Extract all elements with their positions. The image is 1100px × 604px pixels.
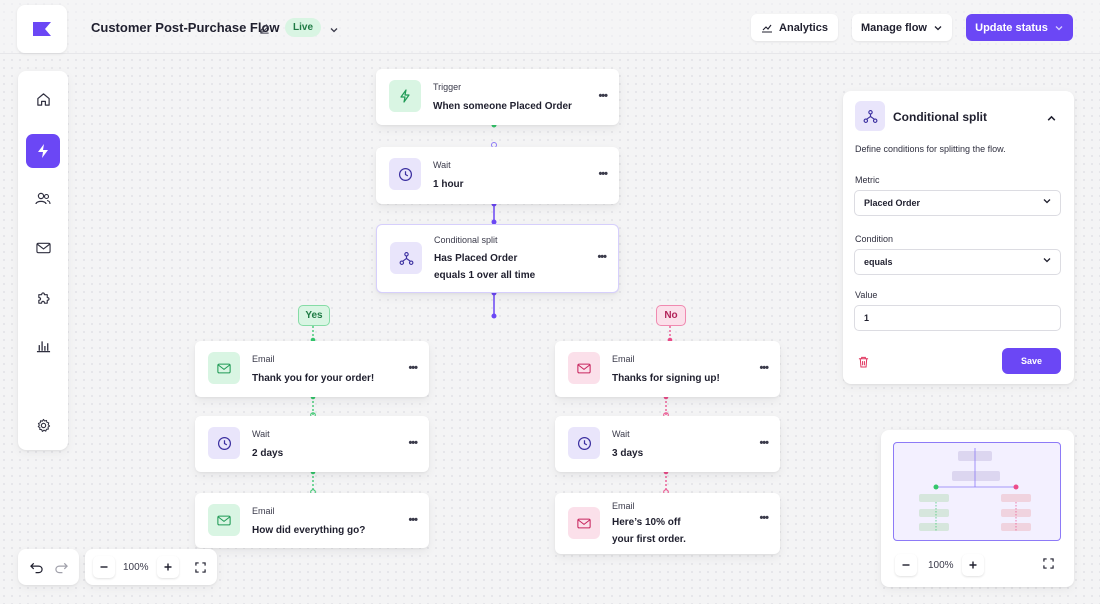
node-title: Thank you for your order! — [252, 373, 375, 384]
no-email-node-2[interactable]: Email Here’s 10% off your first order. •… — [555, 493, 780, 554]
more-options-icon[interactable]: ••• — [598, 168, 608, 180]
zoom-level: 100% — [123, 562, 149, 573]
node-title: Thanks for signing up! — [612, 373, 720, 384]
node-title-line1: Has Placed Order — [434, 253, 518, 264]
expand-icon — [194, 561, 206, 573]
node-type-label: Wait — [252, 429, 270, 439]
minus-icon — [100, 566, 108, 568]
mail-icon — [568, 352, 600, 384]
metric-label: Metric — [855, 175, 880, 185]
minimap-controls: 100% — [893, 552, 1061, 578]
node-type-label: Wait — [433, 160, 451, 170]
no-wait-node[interactable]: Wait 3 days ••• — [555, 416, 780, 472]
value-field-value: 1 — [864, 313, 870, 323]
minimap: 100% — [881, 430, 1074, 587]
condition-select[interactable]: equals — [854, 249, 1061, 275]
fullscreen-button[interactable] — [189, 556, 211, 578]
node-type-label: Trigger — [433, 82, 462, 92]
yes-branch-label: Yes — [298, 305, 330, 326]
value-label: Value — [855, 290, 878, 300]
panel-title: Conditional split — [893, 110, 987, 124]
node-type-label: Email — [612, 354, 635, 364]
panel-description: Define conditions for splitting the flow… — [855, 144, 1006, 154]
plus-icon — [164, 563, 172, 571]
minimap-zoom-out-button[interactable] — [895, 554, 917, 576]
clock-icon — [568, 427, 600, 459]
node-title-line2: equals 1 over all time — [434, 270, 536, 281]
more-options-icon[interactable]: ••• — [598, 90, 608, 102]
node-title: 2 days — [252, 448, 284, 459]
no-email-node-1[interactable]: Email Thanks for signing up! ••• — [555, 341, 780, 397]
no-branch-label: No — [656, 305, 686, 326]
undo-redo-controls — [18, 549, 79, 585]
node-title-line1: Here’s 10% off — [612, 517, 681, 528]
more-options-icon[interactable]: ••• — [759, 512, 769, 524]
condition-label: Condition — [855, 234, 894, 244]
clock-icon — [389, 158, 421, 190]
chevron-up-icon[interactable] — [1046, 111, 1057, 129]
more-options-icon[interactable]: ••• — [408, 514, 418, 526]
node-title: When someone Placed Order — [433, 101, 572, 112]
mail-icon — [208, 504, 240, 536]
canvas-zoom-controls: 100% — [85, 549, 217, 585]
node-type-label: Email — [252, 506, 275, 516]
redo-icon[interactable] — [55, 561, 68, 579]
wait-node[interactable]: Wait 1 hour ••• — [376, 147, 619, 204]
metric-value: Placed Order — [864, 198, 921, 208]
split-icon — [390, 242, 422, 274]
bolt-icon — [389, 80, 421, 112]
zoom-in-button[interactable] — [157, 556, 179, 578]
chevron-down-icon — [1042, 250, 1052, 274]
node-type-label: Email — [252, 354, 275, 364]
yes-email-node-1[interactable]: Email Thank you for your order! ••• — [195, 341, 429, 397]
node-type-label: Conditional split — [434, 235, 498, 245]
node-title: How did everything go? — [252, 525, 366, 536]
mail-icon — [568, 507, 600, 539]
trash-icon[interactable] — [858, 355, 869, 373]
more-options-icon[interactable]: ••• — [408, 437, 418, 449]
minimap-viewport[interactable] — [893, 442, 1061, 541]
conditional-split-panel: Conditional split Define conditions for … — [843, 91, 1074, 384]
metric-select[interactable]: Placed Order — [854, 190, 1061, 216]
minimap-preview — [919, 448, 1031, 531]
split-icon — [855, 101, 885, 131]
more-options-icon[interactable]: ••• — [408, 362, 418, 374]
node-type-label: Email — [612, 501, 635, 511]
node-title-line2: your first order. — [612, 534, 686, 545]
node-title: 1 hour — [433, 179, 464, 190]
minimap-zoom-level: 100% — [928, 560, 954, 571]
yes-email-node-2[interactable]: Email How did everything go? ••• — [195, 493, 429, 548]
yes-wait-node[interactable]: Wait 2 days ••• — [195, 416, 429, 472]
undo-icon[interactable] — [30, 561, 43, 579]
more-options-icon[interactable]: ••• — [759, 362, 769, 374]
trigger-node[interactable]: Trigger When someone Placed Order ••• — [376, 69, 619, 125]
more-options-icon[interactable]: ••• — [597, 251, 607, 263]
clock-icon — [208, 427, 240, 459]
node-type-label: Wait — [612, 429, 630, 439]
node-title: 3 days — [612, 448, 644, 459]
minus-icon — [902, 564, 910, 566]
chevron-down-icon — [1042, 191, 1052, 215]
mail-icon — [208, 352, 240, 384]
minimap-zoom-in-button[interactable] — [962, 554, 984, 576]
plus-icon — [969, 561, 977, 569]
conditional-split-node[interactable]: Conditional split Has Placed Order equal… — [376, 224, 619, 293]
save-button[interactable]: Save — [1002, 348, 1061, 374]
expand-icon — [1042, 557, 1054, 569]
value-input[interactable]: 1 — [854, 305, 1061, 331]
zoom-out-button[interactable] — [93, 556, 115, 578]
minimap-fullscreen-button[interactable] — [1037, 552, 1059, 574]
condition-value: equals — [864, 257, 893, 267]
more-options-icon[interactable]: ••• — [759, 437, 769, 449]
